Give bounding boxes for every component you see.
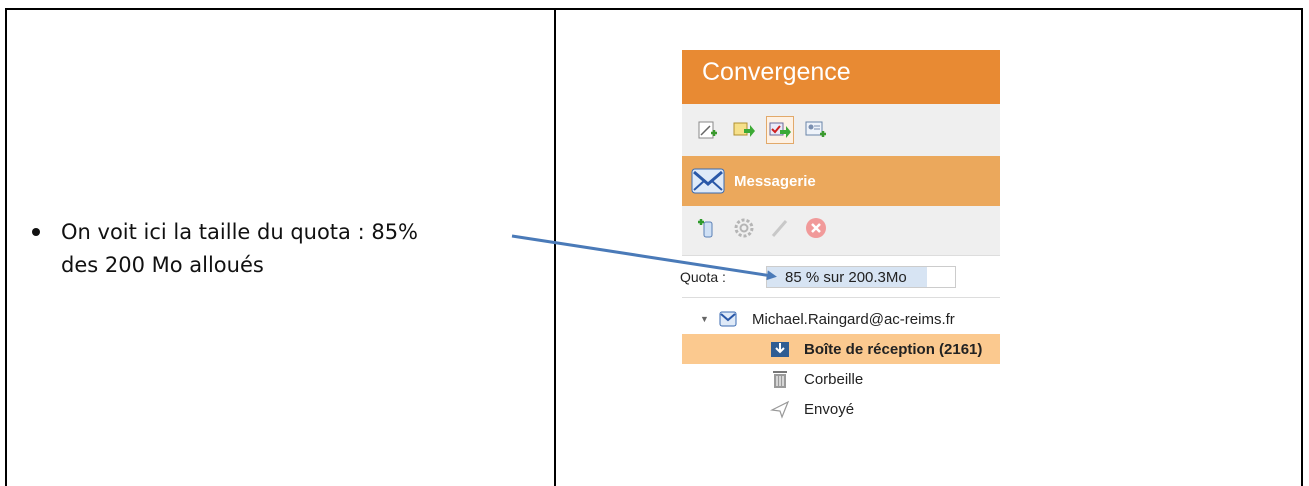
folder-tree: ▼ Michael.Raingard@ac-reims.fr Boîte de … <box>682 298 1000 424</box>
rename-pencil-icon[interactable] <box>768 216 792 245</box>
bullet-dot <box>32 228 40 236</box>
quota-bar: 85 % sur 200.3Mo <box>766 265 956 288</box>
sent-icon <box>770 399 790 419</box>
section-header-messagerie[interactable]: Messagerie <box>682 156 1000 206</box>
delete-icon[interactable] <box>804 216 828 245</box>
quota-label: Quota : <box>680 268 726 285</box>
mail-icon <box>691 168 725 194</box>
app-title: Convergence <box>682 50 1000 104</box>
main-toolbar <box>682 104 1000 156</box>
quota-text: 85 % sur 200.3Mo <box>785 268 907 286</box>
account-row[interactable]: ▼ Michael.Raingard@ac-reims.fr <box>682 304 1000 334</box>
folder-label-trash: Corbeille <box>804 370 864 388</box>
folder-sent[interactable]: Envoyé <box>682 394 1000 424</box>
folder-inbox[interactable]: Boîte de réception (2161) <box>682 334 1000 364</box>
convergence-panel: Convergence Messagerie Quota: 85 % sur … <box>680 50 1000 486</box>
folder-trash[interactable]: Corbeille <box>682 364 1000 394</box>
new-folder-icon[interactable] <box>696 216 720 245</box>
bullet-line-2: des 200 Mo alloués <box>61 253 264 277</box>
section-label: Messagerie <box>734 172 816 190</box>
trash-icon <box>770 369 790 389</box>
inbox-icon <box>770 339 790 359</box>
mail-account-icon <box>718 309 738 329</box>
folder-label-inbox: Boîte de réception (2161) <box>804 340 983 358</box>
expand-arrow-icon[interactable]: ▼ <box>700 314 712 324</box>
new-event-icon[interactable] <box>730 116 758 144</box>
account-email: Michael.Raingard@ac-reims.fr <box>752 310 955 328</box>
bullet-item: On voit ici la taille du quota : 85% des… <box>32 216 532 282</box>
new-contact-icon[interactable] <box>802 116 830 144</box>
folder-label-sent: Envoyé <box>804 400 855 418</box>
folder-toolbar <box>682 206 1000 256</box>
table-divider <box>554 8 556 486</box>
settings-gear-icon[interactable] <box>732 216 756 245</box>
bullet-line-1: On voit ici la taille du quota : 85% <box>61 220 419 244</box>
quota-row: Quota : 85 % sur 200.3Mo <box>680 256 1000 298</box>
new-message-icon[interactable] <box>694 116 722 144</box>
new-task-icon[interactable] <box>766 116 794 144</box>
